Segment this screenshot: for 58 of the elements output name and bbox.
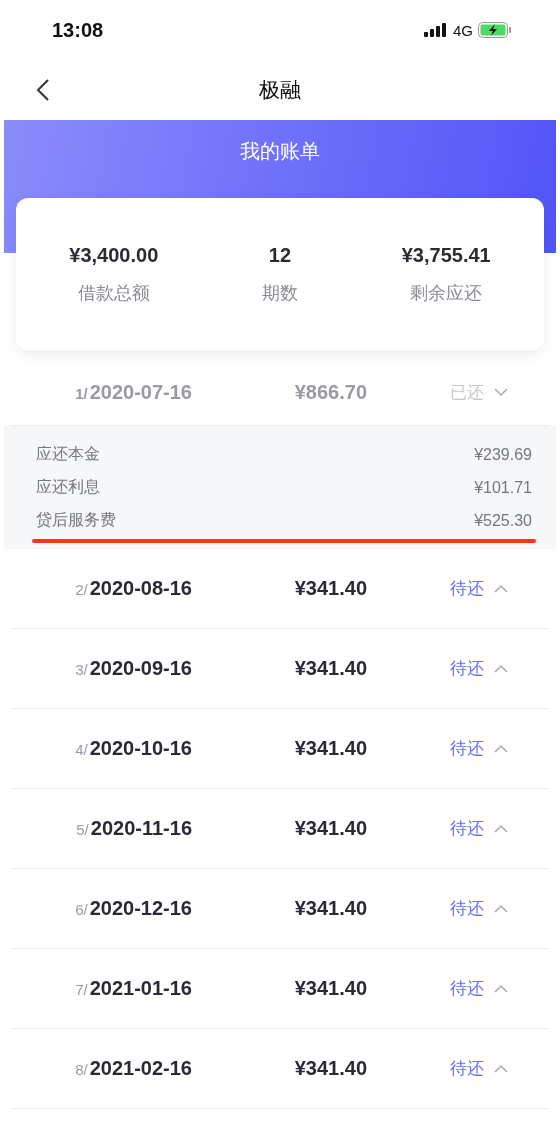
due-date: 2020-12-16 <box>89 897 192 920</box>
due-date: 2021-01-16 <box>89 977 192 1000</box>
detail-value: ¥101.71 <box>474 478 532 497</box>
due-date: 2020-10-16 <box>89 737 192 760</box>
payment-status: 待还 <box>450 738 484 760</box>
installment-number: 1/ <box>75 385 88 402</box>
detail-label: 应还本金 <box>36 444 100 464</box>
installment-amount: ¥341.40 <box>294 897 367 920</box>
installment-number: 4/ <box>75 741 88 758</box>
summary-value: ¥3,400.00 <box>69 243 159 267</box>
installment-amount: ¥341.40 <box>294 977 367 1000</box>
summary-label: 剩余应还 <box>410 281 483 305</box>
chevron-down-icon[interactable] <box>494 388 508 397</box>
network-label: 4G <box>453 21 473 39</box>
chevron-up-icon[interactable] <box>494 584 508 593</box>
installment-number: 6/ <box>75 901 88 918</box>
installment-number: 7/ <box>75 981 88 998</box>
payment-status: 待还 <box>450 818 484 840</box>
chevron-up-icon[interactable] <box>494 744 508 753</box>
summary-label: 期数 <box>262 281 298 305</box>
installment-amount: ¥341.40 <box>294 1057 367 1080</box>
installment-number: 5/ <box>76 821 89 838</box>
signal-icon <box>424 23 448 37</box>
payment-status: 待还 <box>450 1058 484 1080</box>
payment-status: 待还 <box>450 978 484 1000</box>
page-title: 极融 <box>259 77 301 103</box>
due-date: 2020-11-16 <box>90 817 192 840</box>
summary-label: 借款总额 <box>77 281 150 305</box>
installment-amount: ¥341.40 <box>294 817 367 840</box>
due-date: 2021-02-16 <box>89 1057 192 1080</box>
chevron-up-icon[interactable] <box>494 904 508 913</box>
detail-value: ¥239.69 <box>474 445 532 464</box>
installment-amount: ¥341.40 <box>294 737 367 760</box>
summary-value: ¥3,755.41 <box>401 243 491 267</box>
installment-amount: ¥341.40 <box>294 577 367 600</box>
installment-number: 8/ <box>75 1061 88 1078</box>
chevron-up-icon[interactable] <box>494 824 508 833</box>
chevron-up-icon[interactable] <box>494 984 508 993</box>
due-date: 2020-08-16 <box>89 577 192 600</box>
payment-status: 待还 <box>450 898 484 920</box>
chevron-up-icon[interactable] <box>494 664 508 673</box>
detail-label: 应还利息 <box>36 477 100 497</box>
detail-value: ¥525.30 <box>474 511 532 530</box>
banner-title: 我的账单 <box>240 139 320 164</box>
installment-amount: ¥866.70 <box>294 381 367 404</box>
installment-number: 2/ <box>75 581 88 598</box>
installment-number: 3/ <box>75 661 88 678</box>
detail-label: 贷后服务费 <box>36 510 116 530</box>
chevron-up-icon[interactable] <box>494 1064 508 1073</box>
payment-status: 待还 <box>450 658 484 680</box>
due-date: 2020-09-16 <box>89 657 192 680</box>
payment-status: 待还 <box>450 578 484 600</box>
installment-amount: ¥341.40 <box>294 657 367 680</box>
status-time: 13:08 <box>52 18 104 42</box>
summary-value: 12 <box>268 243 292 267</box>
back-icon[interactable] <box>36 79 50 101</box>
due-date: 2020-07-16 <box>89 381 192 404</box>
battery-charging-icon <box>478 22 512 38</box>
